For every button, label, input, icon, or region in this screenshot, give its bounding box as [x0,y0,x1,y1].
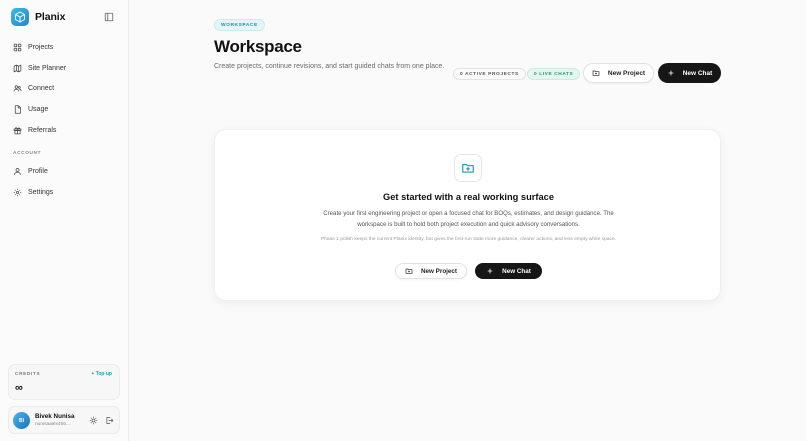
sidebar-item-label: Usage [28,106,49,114]
credits-value: ∞ [15,382,23,394]
new-project-button[interactable]: New Project [583,63,654,83]
live-chats-badge: 0 LIVE CHATS [527,68,581,80]
logout-icon[interactable] [105,416,114,425]
new-chat-button[interactable]: New Chat [658,63,721,83]
sidebar-toggle-icon[interactable] [104,12,114,22]
sidebar-item-site-planner[interactable]: Site Planner [0,58,129,79]
new-project-label: New Project [607,69,646,77]
plus-icon [668,70,674,76]
sidebar-item-projects[interactable]: Projects [0,37,129,58]
new-chat-label: New Chat [682,69,713,77]
sidebar-item-label: Profile [28,167,48,175]
users-icon [13,85,22,93]
account-nav: Profile Settings [0,161,129,203]
plus-icon [487,268,493,274]
sidebar-item-profile[interactable]: Profile [0,161,129,182]
grid-icon [13,43,22,52]
user-email: nunisaalex456... [35,422,70,427]
cube-logo-icon [11,8,29,26]
sidebar-item-label: Projects [28,43,54,51]
sun-icon[interactable] [89,416,98,425]
card-title: Get started with a real working surface [382,192,554,202]
map-icon [13,64,22,72]
card-new-project-label: New Project [420,267,458,275]
gift-icon [13,127,22,135]
get-started-card: Get started with a real working surface … [214,129,721,301]
user-card: BI Bivek Nunisa nunisaalex456... [8,406,120,434]
folder-icon [405,268,413,274]
card-new-project-button[interactable]: New Project [395,263,467,279]
main-nav: Projects Site Planner Connect Usage Refe… [0,37,129,141]
account-section-label: ACCOUNT [13,151,42,156]
avatar[interactable]: BI [13,412,30,429]
card-new-chat-label: New Chat [502,267,531,275]
card-note: Phase 1 polish keeps the current Planix … [320,237,617,242]
sidebar-item-label: Settings [28,188,54,196]
page-subtitle: Create projects, continue revisions, and… [214,63,445,70]
brand[interactable]: Planix [11,8,65,26]
sidebar-item-label: Site Planner [28,64,67,72]
sidebar-item-settings[interactable]: Settings [0,182,129,203]
credits-card: CREDITS + Top up ∞ [8,364,120,400]
document-icon [14,105,21,114]
folder-icon [592,70,600,76]
page-title: Workspace [214,37,302,56]
credits-label: CREDITS [15,372,41,377]
workspace-tag: WORKSPACE [214,19,265,31]
top-up-link[interactable]: + Top up [91,371,112,377]
gear-icon [13,188,22,196]
active-projects-badge: 0 ACTIVE PROJECTS [453,68,526,80]
sidebar: Planix Projects Site Planner Connect Usa… [0,0,129,441]
brand-name: Planix [35,11,66,23]
folder-plus-icon [454,154,482,182]
sidebar-item-usage[interactable]: Usage [0,99,129,120]
user-icon [14,168,21,175]
user-name: Bivek Nunisa [35,413,75,420]
sidebar-item-referrals[interactable]: Referrals [0,120,129,141]
sidebar-item-connect[interactable]: Connect [0,79,129,100]
card-description: Create your first engineering project or… [323,210,614,228]
card-new-chat-button[interactable]: New Chat [475,263,542,279]
sidebar-item-label: Referrals [28,127,57,135]
sidebar-item-label: Connect [28,85,55,93]
